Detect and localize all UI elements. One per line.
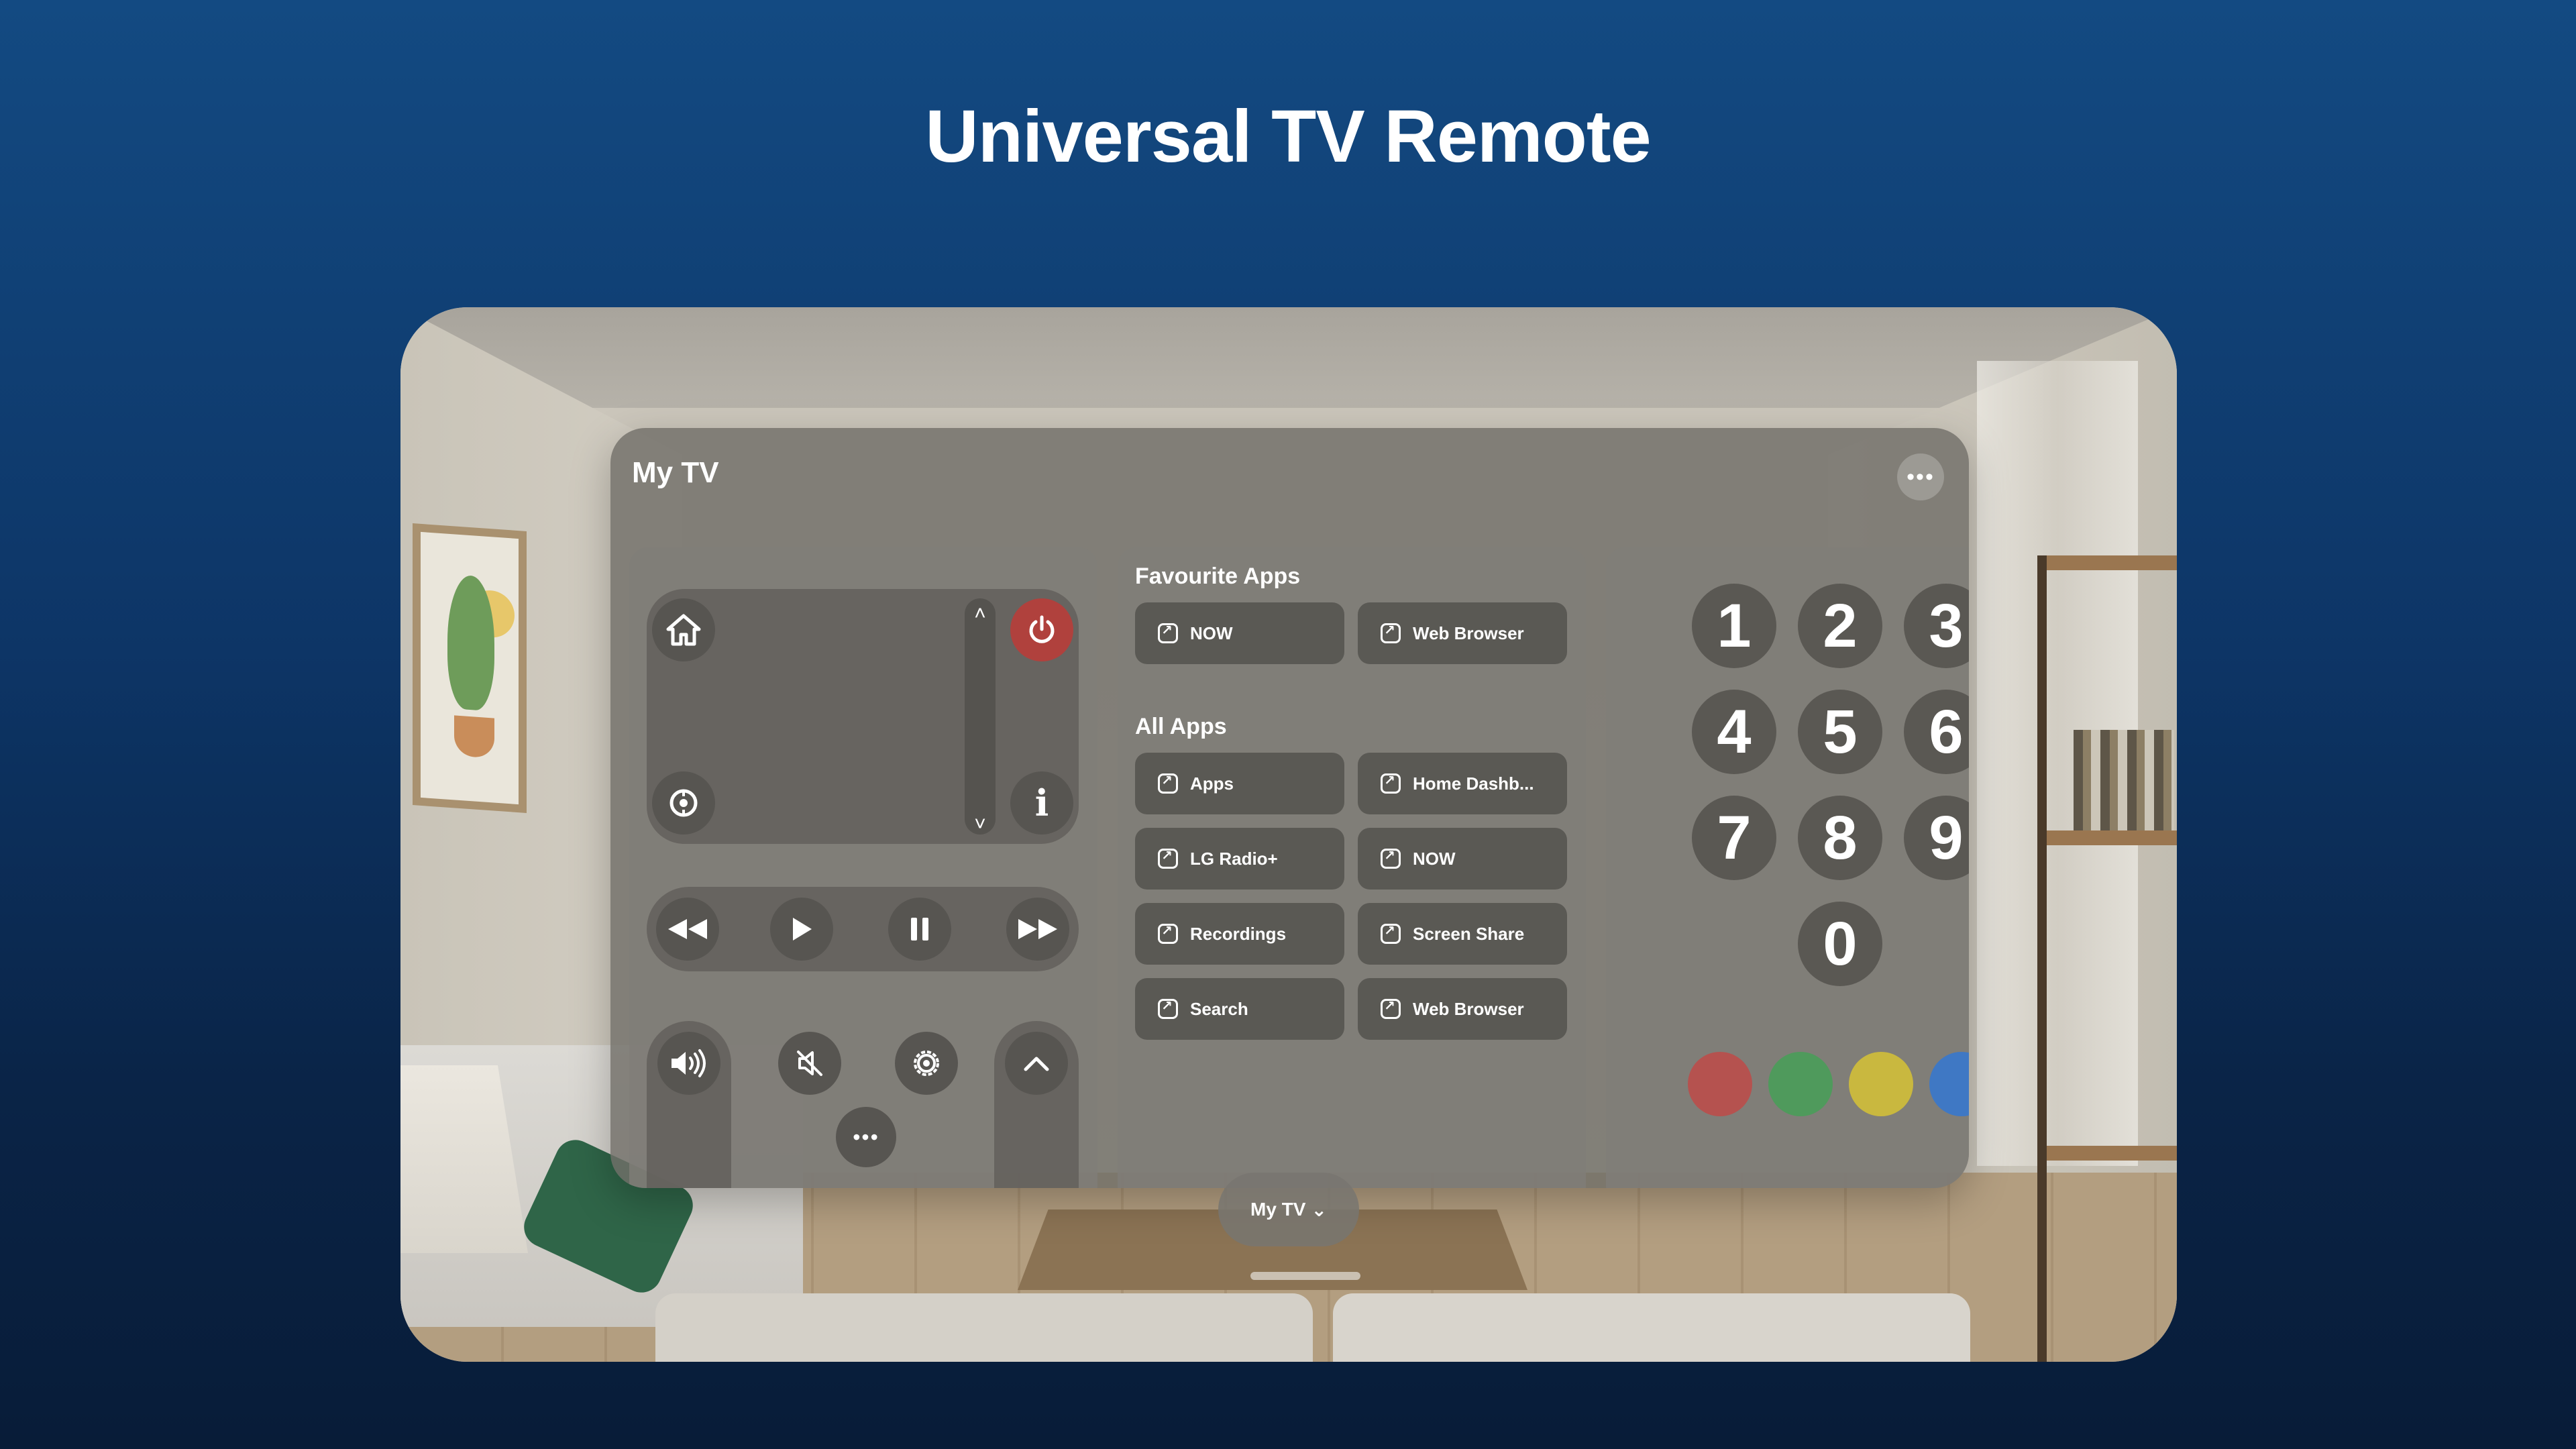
digit-9-button[interactable]: 9: [1904, 796, 1969, 880]
art-pot: [454, 715, 494, 759]
app-label: Web Browser: [1413, 623, 1524, 643]
app-label: NOW: [1190, 623, 1233, 643]
remote-panel: ˄ ˅ i •••: [629, 547, 1097, 1188]
digit-2-button[interactable]: 2: [1798, 584, 1882, 668]
apps-panel: Favourite Apps NOW Web Browser All Apps …: [1118, 547, 1586, 1188]
app-label: Apps: [1190, 773, 1234, 794]
remote-window: My TV ••• ˄ ˅ i ••• Favourite Apps ↗ NOW…: [610, 428, 1969, 1188]
playback-controls: [647, 887, 1079, 971]
keypad-panel: 1 2 3 4 5 6 7 8 9 0: [1606, 547, 1969, 1188]
sofa-front: [655, 1293, 1313, 1362]
app-label: LG Radio+: [1190, 848, 1278, 869]
external-link-icon: [1158, 847, 1178, 869]
app-label: Home Dashb...: [1413, 773, 1534, 794]
ellipsis-icon[interactable]: •••: [1897, 453, 1944, 500]
external-link-icon: [1158, 922, 1178, 944]
favourite-app-button[interactable]: Web Browser: [1358, 602, 1567, 664]
shelf-board: [2047, 555, 2177, 570]
digit-3-button[interactable]: 3: [1904, 584, 1969, 668]
external-link-icon: [1158, 772, 1178, 794]
shelf-board: [2047, 1146, 2177, 1161]
power-icon[interactable]: [1010, 598, 1073, 661]
external-link-icon: [1158, 998, 1178, 1019]
bookshelf: [2037, 555, 2177, 1362]
external-link-icon: [1381, 998, 1401, 1019]
app-button[interactable]: Recordings: [1135, 903, 1344, 965]
page-headline: Universal TV Remote: [925, 95, 1651, 178]
wall-picture: [413, 523, 527, 813]
wall-picture-art: [421, 531, 519, 805]
chevron-up-icon[interactable]: [1005, 1032, 1068, 1095]
favourite-apps-heading: Favourite Apps: [1135, 564, 1301, 589]
digit-6-button[interactable]: 6: [1904, 690, 1969, 774]
window-title: My TV: [632, 456, 719, 489]
favourite-app-button[interactable]: NOW: [1135, 602, 1344, 664]
settings-icon[interactable]: [895, 1032, 958, 1095]
external-link-icon: [1381, 922, 1401, 944]
window-grabber[interactable]: [1250, 1272, 1360, 1280]
shelf-books: [2074, 730, 2174, 830]
pause-icon[interactable]: [888, 898, 951, 961]
blue-color-button[interactable]: [1929, 1052, 1969, 1116]
channel-column[interactable]: [994, 1021, 1079, 1188]
external-link-icon: [1381, 847, 1401, 869]
yellow-color-button[interactable]: [1849, 1052, 1913, 1116]
app-button[interactable]: Home Dashb...: [1358, 753, 1567, 814]
app-label: Search: [1190, 998, 1248, 1019]
rewind-icon[interactable]: [656, 898, 719, 961]
app-button[interactable]: LG Radio+: [1135, 828, 1344, 890]
shelf-board: [2047, 830, 2177, 845]
digit-7-button[interactable]: 7: [1692, 796, 1776, 880]
app-label: Recordings: [1190, 923, 1287, 944]
ellipsis-icon[interactable]: •••: [836, 1107, 896, 1167]
mute-icon[interactable]: [778, 1032, 841, 1095]
app-label: Screen Share: [1413, 923, 1525, 944]
digit-5-button[interactable]: 5: [1798, 690, 1882, 774]
channel-rocker[interactable]: ˄ ˅: [965, 598, 996, 835]
touchpad[interactable]: ˄ ˅ i: [647, 589, 1079, 844]
app-label: NOW: [1413, 848, 1456, 869]
device-picker-label: My TV: [1250, 1199, 1306, 1220]
app-button[interactable]: Search: [1135, 978, 1344, 1040]
volume-icon[interactable]: [657, 1032, 720, 1095]
input-source-icon[interactable]: [652, 771, 715, 835]
volume-rocker[interactable]: [647, 1021, 731, 1188]
digit-8-button[interactable]: 8: [1798, 796, 1882, 880]
green-color-button[interactable]: [1768, 1052, 1833, 1116]
app-button[interactable]: Apps: [1135, 753, 1344, 814]
play-icon[interactable]: [770, 898, 833, 961]
fast-forward-icon[interactable]: [1006, 898, 1069, 961]
chevron-down-icon: ⌄: [1311, 1199, 1327, 1220]
external-link-icon: [1158, 622, 1178, 643]
external-link-icon: [1381, 772, 1401, 794]
digit-1-button[interactable]: 1: [1692, 584, 1776, 668]
home-icon[interactable]: [652, 598, 715, 661]
red-color-button[interactable]: [1688, 1052, 1752, 1116]
app-button[interactable]: Web Browser: [1358, 978, 1567, 1040]
digit-4-button[interactable]: 4: [1692, 690, 1776, 774]
chevron-down-icon[interactable]: ˅: [965, 813, 996, 836]
digit-0-button[interactable]: 0: [1798, 902, 1882, 986]
app-button[interactable]: NOW: [1358, 828, 1567, 890]
app-button[interactable]: Screen Share: [1358, 903, 1567, 965]
info-icon[interactable]: i: [1010, 771, 1073, 835]
external-link-icon: [1381, 622, 1401, 643]
sofa-front: [1333, 1293, 1970, 1362]
app-label: Web Browser: [1413, 998, 1524, 1019]
all-apps-heading: All Apps: [1135, 714, 1227, 739]
device-picker[interactable]: My TV ⌄: [1218, 1173, 1359, 1246]
chevron-up-icon[interactable]: ˄: [965, 602, 996, 625]
